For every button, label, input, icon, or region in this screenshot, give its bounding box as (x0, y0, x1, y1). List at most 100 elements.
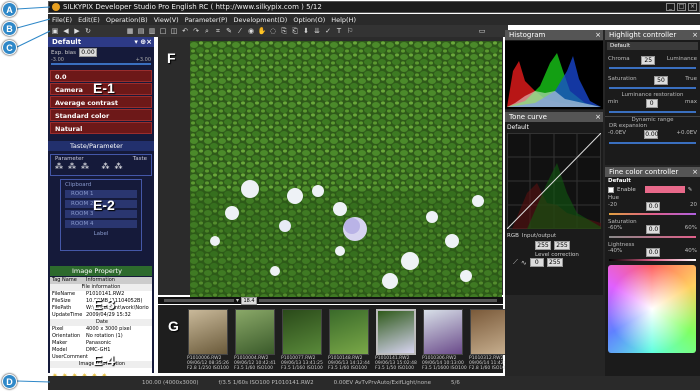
lightness-value[interactable]: 0.0 (646, 248, 661, 257)
output-value[interactable]: 255 (554, 241, 570, 250)
hue-value[interactable]: 0.0 (646, 202, 661, 211)
tone-curve-close-icon[interactable]: × (595, 112, 601, 122)
status-count: 5/6 (451, 380, 460, 386)
room-4[interactable]: ROOM 4 (65, 220, 137, 228)
paste-icon[interactable]: ⎗ (290, 27, 300, 36)
property-row: Date (50, 319, 152, 326)
saturation2-label: Saturation (608, 219, 637, 225)
menu-view[interactable]: View(V) (154, 16, 179, 24)
tone-curve-graph[interactable] (506, 132, 602, 230)
hue-max: 20 (689, 202, 697, 208)
zoom-value[interactable]: 18.4 (241, 296, 258, 305)
thumbnail[interactable] (470, 309, 510, 355)
back-icon[interactable]: ◀ (61, 27, 71, 36)
min-label: min (608, 99, 619, 105)
dr-slider[interactable] (609, 142, 696, 144)
level-low-value[interactable]: 0 (529, 258, 544, 267)
parameter-buttons[interactable]: ⁂⁂⁂ ⁂⁂ (55, 162, 147, 171)
curve-smooth-icon[interactable]: ∿ (521, 259, 527, 267)
fine-color-close-icon[interactable]: × (692, 167, 698, 177)
menu-edit[interactable]: Edit(E) (78, 16, 100, 24)
rotate-right-icon[interactable]: ↷ (191, 27, 201, 36)
saturation-value[interactable]: 50 (653, 76, 668, 85)
forward-icon[interactable]: ▶ (72, 27, 82, 36)
fine-color-preset[interactable]: Default (605, 177, 700, 185)
menu-operation[interactable]: Operation(B) (106, 16, 148, 24)
dr-value[interactable]: 0.00 (644, 130, 659, 139)
develop-icon[interactable]: ⬇ (301, 27, 311, 36)
maximize-icon[interactable]: □ (677, 3, 686, 11)
menu-option[interactable]: Option(O) (293, 16, 325, 24)
thumbnail[interactable] (235, 309, 275, 355)
thumbnail[interactable] (329, 309, 369, 355)
eyedropper-icon[interactable]: ✎ (224, 27, 234, 36)
sat2-value[interactable]: 0.0 (646, 225, 661, 234)
contrast-select[interactable]: Average contrast (50, 96, 152, 108)
spot-icon[interactable]: ◌ (268, 27, 278, 36)
image-property-header[interactable]: Image Property (50, 266, 152, 276)
monitor-icon[interactable]: ▭ (477, 27, 487, 36)
thumbnail[interactable] (423, 309, 463, 355)
sat2-slider[interactable] (609, 236, 696, 238)
menu-help[interactable]: Help(H) (331, 16, 356, 24)
highlight-preset[interactable]: Default (607, 42, 698, 50)
sharpness-select[interactable]: Natural (50, 122, 152, 134)
fine-color-title: Fine color controller (609, 168, 679, 176)
full-view-icon[interactable]: □ (158, 27, 168, 36)
thumbnail[interactable] (376, 309, 416, 355)
minimize-icon[interactable]: _ (666, 3, 675, 11)
lum-restore-value[interactable]: 0 (645, 99, 658, 108)
color-select[interactable]: Standard color (50, 109, 152, 121)
hand-icon[interactable]: ✋ (257, 27, 267, 36)
thumbnail-view-icon[interactable]: ▦ (125, 27, 135, 36)
preview-scrollbar[interactable]: ▾ 18.4 (158, 296, 503, 305)
batch-develop-icon[interactable]: ⇊ (312, 27, 322, 36)
thumbnail[interactable] (282, 309, 322, 355)
lightness-slider[interactable] (609, 259, 696, 261)
label-button[interactable]: Label (65, 231, 137, 237)
taste-header[interactable]: Default ▾ ⊕× (48, 37, 154, 47)
hue-slider[interactable] (609, 213, 696, 215)
callout-e1: E-1 (93, 80, 115, 96)
scroll-track[interactable] (259, 299, 497, 302)
search-icon[interactable]: ⌕ (202, 27, 212, 36)
color-wheel[interactable] (608, 265, 696, 353)
rotate-left-icon[interactable]: ↶ (180, 27, 190, 36)
channel-select[interactable]: RGB (507, 233, 519, 239)
menu-parameter[interactable]: Parameter(P) (185, 16, 228, 24)
chroma-label: Chroma (608, 56, 630, 62)
menu-development[interactable]: Development(D) (234, 16, 288, 24)
lum-restore-slider[interactable] (609, 111, 696, 113)
chroma-slider[interactable] (609, 67, 696, 69)
gray-point-icon[interactable]: ◉ (246, 27, 256, 36)
combined-view-icon[interactable]: ▥ (147, 27, 157, 36)
tone-curve-preset[interactable]: Default (505, 122, 603, 133)
zoom-down-icon[interactable]: ▾ (236, 297, 239, 304)
curve-tool-icon[interactable]: ⟋ (513, 258, 518, 267)
tag-icon[interactable]: ⚐ (345, 27, 355, 36)
histogram-close-icon[interactable]: × (595, 30, 601, 40)
saturation-slider[interactable] (609, 87, 696, 89)
brush-icon[interactable]: ⁄ (235, 27, 245, 36)
taste-parameter-header[interactable]: Taste/Parameter (48, 141, 154, 151)
refresh-icon[interactable]: ↻ (83, 27, 93, 36)
copy-icon[interactable]: ⎘ (279, 27, 289, 36)
exp-bias-value[interactable]: 0.00 (78, 48, 97, 57)
exp-bias-slider[interactable] (51, 63, 151, 65)
mark-icon[interactable]: ✓ (323, 27, 333, 36)
highlight-close-icon[interactable]: × (692, 30, 698, 40)
eyedropper-icon[interactable]: ✎ (688, 187, 693, 193)
preview-photo[interactable] (190, 41, 502, 297)
close-icon[interactable]: × (688, 3, 697, 11)
level-high-value[interactable]: 255 (546, 258, 563, 267)
compare-view-icon[interactable]: ◫ (169, 27, 179, 36)
horizontal-scroll[interactable] (164, 299, 234, 302)
input-value[interactable]: 255 (535, 241, 551, 250)
thumbnail[interactable] (188, 309, 228, 355)
text-icon[interactable]: T (334, 27, 344, 36)
enable-checkbox[interactable] (608, 186, 614, 193)
crop-icon[interactable]: ⌗ (213, 27, 223, 36)
target-color-swatch[interactable] (644, 186, 685, 193)
preview-view-icon[interactable]: ▤ (136, 27, 146, 36)
chroma-value[interactable]: 25 (641, 56, 656, 65)
